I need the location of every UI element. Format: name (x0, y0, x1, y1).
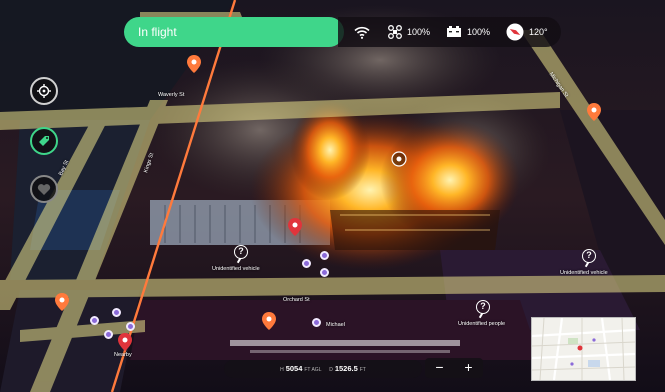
unidentified-marker-icon[interactable]: ? (234, 245, 248, 259)
tag-icon (39, 136, 49, 146)
unidentified-marker-icon[interactable]: ? (476, 300, 490, 314)
distance-value: 1526.5 (334, 364, 358, 373)
tag-button[interactable] (30, 127, 58, 155)
person-marker[interactable] (126, 322, 135, 331)
drone-battery-value: 100% (407, 27, 431, 37)
recenter-button[interactable] (30, 77, 58, 105)
person-marker[interactable] (90, 316, 99, 325)
map-pin-icon[interactable] (55, 293, 69, 311)
drone-icon (388, 25, 402, 39)
street-label-orchard: Orchard St (283, 297, 310, 303)
compass-icon (506, 23, 524, 41)
minimap-roads (532, 318, 635, 380)
poi-label-vehicle-1: Unidentified vehicle (212, 266, 260, 272)
drone-map-view: Waverly St Orchard St Bay St Kings St Mi… (0, 0, 665, 392)
signal-indicator (354, 17, 370, 47)
map-pin-icon[interactable] (587, 103, 601, 121)
position-readout: H 5054 FT AGL D 1526.5 FT (224, 360, 422, 378)
distance-unit: FT (359, 367, 366, 373)
heading-indicator: 120° (506, 17, 548, 47)
minimap[interactable] (531, 317, 636, 381)
poi-label-michael: Michael (326, 322, 345, 328)
fire-alert-pin-icon[interactable] (288, 218, 302, 236)
map-pin-icon[interactable] (262, 312, 276, 330)
altitude-value: 5054 (285, 364, 303, 373)
zoom-out-button[interactable]: − (425, 358, 454, 378)
altitude-unit: FT AGL (304, 367, 322, 373)
drone-battery-indicator: 100% (388, 17, 430, 47)
heart-icon (37, 183, 51, 195)
poi-label-vehicle-2: Unidentified vehicle (560, 270, 608, 276)
altitude-prefix: H (280, 367, 284, 373)
poi-label-people: Unidentified people (458, 321, 506, 327)
crosshair-icon (37, 84, 51, 98)
heading-value: 120° (529, 27, 548, 37)
telemetry-status-bar: 100% 100% 120° (338, 17, 561, 47)
person-marker[interactable] (320, 251, 329, 260)
person-marker[interactable] (312, 318, 321, 327)
controller-battery-indicator: 100% (446, 17, 490, 47)
wifi-icon (354, 26, 370, 39)
person-marker[interactable] (112, 308, 121, 317)
zoom-control: − + (425, 358, 483, 378)
distance-prefix: D (329, 367, 333, 373)
zoom-in-button[interactable]: + (454, 358, 483, 378)
person-marker[interactable] (104, 330, 113, 339)
alert-pin-icon[interactable] (118, 333, 132, 351)
battery-icon (447, 26, 461, 37)
drone-position-icon (391, 151, 407, 167)
street-label-waverly: Waverly St (158, 92, 185, 98)
map-pin-icon[interactable] (187, 55, 201, 73)
favorite-button[interactable] (30, 175, 58, 203)
controller-battery-value: 100% (467, 27, 491, 37)
flight-status-pill[interactable]: In flight (124, 17, 344, 47)
person-marker[interactable] (302, 259, 311, 268)
unidentified-marker-icon[interactable]: ? (582, 249, 596, 263)
person-marker[interactable] (320, 268, 329, 277)
poi-label-nearby: Nearby (114, 352, 132, 358)
